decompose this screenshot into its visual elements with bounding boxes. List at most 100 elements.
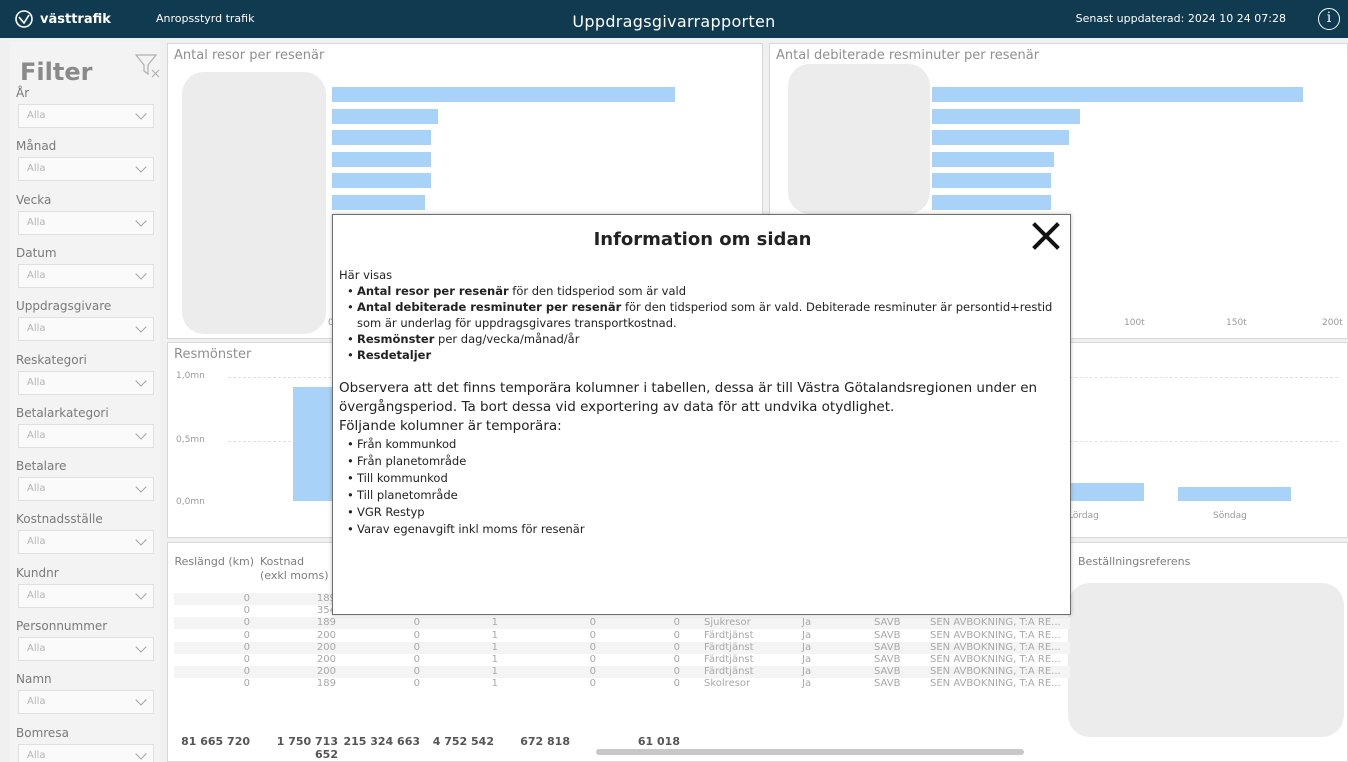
filter-label: Betalarkategori [16,405,109,420]
filter-value: Alla [27,376,46,388]
table-cell: SEN AVBOKNING, T:A RE... [930,629,1061,641]
table-cell: 189 [316,617,336,629]
last-updated-text: Senast uppdaterad: 2024 10 24 07:28 [1075,12,1286,25]
filter-11: Namn Alla [10,668,160,715]
filter-dropdown[interactable]: Alla [18,157,154,182]
filter-1: Månad Alla [10,135,160,182]
table-cell: 0 [243,605,250,617]
filter-value: Alla [27,110,46,121]
chevron-down-icon [135,108,147,120]
filter-dropdown[interactable]: Alla [18,477,154,502]
pattern-bar[interactable] [293,387,333,501]
table-cell: Färdtjänst [704,654,754,665]
total-cell: 672 818 [520,735,570,748]
axis-tick-100t: 100t [1124,318,1145,328]
table-cell: 1 [491,678,498,690]
filter-dropdown[interactable]: Alla [18,263,154,288]
table-cell: SAVB [874,666,901,678]
table-cell: 1 [491,666,498,678]
filter-dropdown[interactable]: Alla [18,423,154,448]
table-cell: 0 [673,654,680,665]
chevron-down-icon [135,747,147,760]
table-row[interactable]: 0 200 0 1 0 0 Färdtjänst Ja SAVB SEN AVBOKNING, T… [174,641,1070,654]
table-cell: Skolresor [704,678,751,690]
filter-label: Kundnr [16,565,59,580]
filter-dropdown[interactable]: Alla [18,370,154,395]
bar-2[interactable] [932,130,1070,145]
temporary-columns-list: Från kommunkodFrån planetområdeTill komm… [347,436,1064,538]
filter-label: Reskategori [16,352,87,367]
bar-0[interactable] [332,87,675,102]
filter-dropdown[interactable]: Alla [18,530,154,555]
horizontal-scrollbar[interactable] [596,749,1024,755]
bar-0[interactable] [932,87,1303,102]
table-cell: 0 [589,654,596,665]
filter-7: Betalare Alla [10,455,160,502]
filter-dropdown[interactable]: Alla [18,210,154,235]
table-row[interactable]: 0 200 0 1 0 0 Färdtjänst Ja SAVB SEN AVBOKNING, T… [174,666,1070,679]
x-label-sunday: Söndag [1213,511,1247,521]
filter-label: Månad [16,139,57,154]
table-cell: 0 [413,641,420,653]
modal-intro: Här visas [339,268,393,282]
table-cell: Ja [802,666,812,678]
bar-1[interactable] [932,108,1081,124]
temporary-column-item: Varav egenavgift inkl moms för resenär [347,521,1064,538]
bullet-bold: Resmönster [357,332,435,346]
header-reslangd[interactable]: Reslängd (km) [172,555,254,569]
filter-label: Personnummer [16,619,108,633]
bar-4[interactable] [332,173,432,188]
table-cell: Ja [802,654,812,665]
header-bestallningsreferens[interactable]: Beställningsreferens [1078,555,1190,569]
filter-value: Alla [27,429,46,441]
bar-4[interactable] [932,173,1051,188]
table-cell: Ja [802,617,812,629]
filter-value: Alla [27,323,46,335]
filter-dropdown[interactable]: Alla [18,317,154,342]
filter-value: Alla [27,643,46,654]
modal-body: Här visas Antal resor per resenär för de… [339,267,1064,538]
bar-2[interactable] [332,130,432,145]
table-row[interactable]: 0 189 0 1 0 0 Sjukresor Ja SAVB SEN AVBOKNING, T:… [174,617,1070,630]
bar-5[interactable] [332,194,425,210]
table-cell: SEN AVBOKNING, T:A RE... [930,617,1061,629]
bullet-text: för den tidsperiod som är vald [508,284,687,298]
chevron-down-icon [135,214,147,227]
modal-note: Observera att det finns temporära kolumn… [339,380,1038,415]
table-cell: 0 [243,678,250,690]
table-cell: 0 [413,654,420,665]
header-kostnad[interactable]: Kostnad (exkl moms) [260,555,332,583]
info-icon[interactable]: i [1318,8,1340,30]
filter-dropdown[interactable]: Alla [18,583,154,608]
filter-dropdown[interactable]: Alla [18,104,154,128]
modal-bullet: Resmönster per dag/vecka/månad/år [347,331,1064,347]
filter-8: Kostnadsställe Alla [10,508,160,555]
y-tick-05mn: 0,5mn [176,435,205,445]
table-cell: 0 [243,617,250,629]
table-cell: SEN AVBOKNING, T:A RE... [930,666,1061,678]
table-cell: 0 [243,629,250,641]
clear-filter-icon[interactable] [132,50,162,80]
pattern-bar-sunday[interactable] [1178,487,1291,501]
redacted-labels-area [788,64,930,214]
table-cell: 0 [243,593,250,604]
table-cell: 0 [589,666,596,678]
chevron-down-icon [135,321,147,333]
bar-3[interactable] [332,151,432,167]
table-row[interactable]: 0 200 0 1 0 0 Färdtjänst Ja SAVB SEN AVBOKNING, T… [174,630,1070,642]
bar-5[interactable] [932,194,1051,210]
filter-label: Kostnadsställe [16,512,103,527]
bar-3[interactable] [932,151,1055,167]
temporary-column-item: Till planetområde [347,487,1064,504]
table-row[interactable]: 0 189 0 1 0 0 Skolresor Ja SAVB SEN AVBOKNING, T:… [174,678,1070,690]
close-icon[interactable] [1031,221,1061,251]
table-row[interactable]: 0 200 0 1 0 0 Färdtjänst Ja SAVB SEN AVBOKNING, T… [174,654,1070,666]
filter-dropdown[interactable]: Alla [18,637,154,661]
filter-dropdown[interactable]: Alla [18,690,154,715]
x-label-saturday: Lördag [1068,511,1099,521]
filter-dropdown[interactable]: Alla [18,743,154,762]
modal-bullet-list: Antal resor per resenär för den tidsperi… [347,283,1064,363]
bar-1[interactable] [332,108,439,124]
table-cell: SAVB [874,617,901,629]
filter-5: Reskategori Alla [10,349,160,395]
